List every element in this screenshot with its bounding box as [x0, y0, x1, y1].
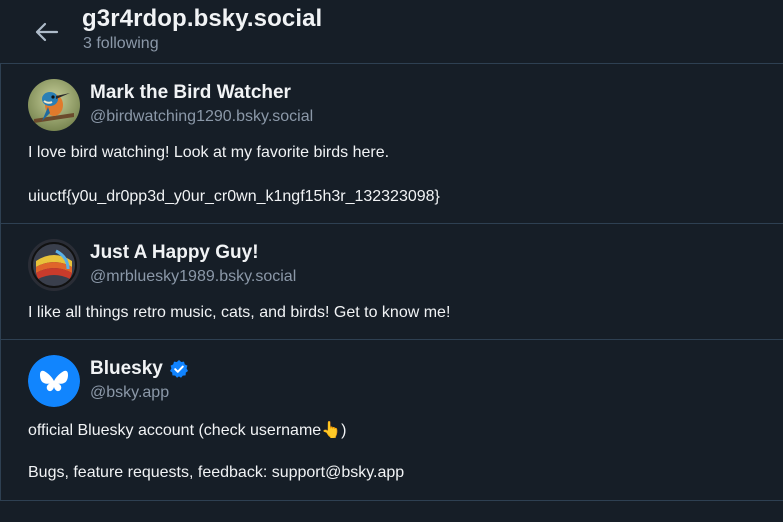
account-handle: @mrbluesky1989.bsky.social [90, 268, 297, 285]
page-header: g3r4rdop.bsky.social 3 following [0, 0, 783, 64]
account-handle: @bsky.app [90, 384, 170, 401]
following-count: 3 following [83, 35, 159, 52]
following-page: g3r4rdop.bsky.social 3 following Mark th… [0, 0, 783, 522]
avatar-kingfisher[interactable] [28, 79, 80, 131]
avatar-retro[interactable] [28, 239, 80, 291]
bio-line: uiuctf{y0u_dr0pp3d_y0ur_cr0wn_k1ngf15h3r… [28, 188, 440, 205]
bio-line: Bugs, feature requests, feedback: suppor… [28, 464, 405, 481]
display-name: Bluesky [90, 358, 163, 379]
display-name: Just A Happy Guy! [90, 242, 259, 263]
account-card-bluesky[interactable]: Bluesky @bsky.app official Bluesky accou… [0, 340, 783, 501]
page-title: g3r4rdop.bsky.social [82, 5, 323, 32]
account-card-happy-guy[interactable]: Just A Happy Guy! @mrbluesky1989.bsky.so… [0, 224, 783, 340]
bio-line: I love bird watching! Look at my favorit… [28, 144, 390, 161]
verified-check-icon [169, 360, 188, 378]
display-name: Mark the Bird Watcher [90, 82, 291, 103]
bio-line: official Bluesky account (check username… [28, 422, 347, 439]
account-card-birdwatcher[interactable]: Mark the Bird Watcher @birdwatching1290.… [0, 64, 783, 224]
bio-line: I like all things retro music, cats, and… [28, 304, 451, 321]
back-button[interactable] [28, 14, 64, 50]
account-handle: @birdwatching1290.bsky.social [90, 108, 314, 125]
arrow-left-icon [35, 22, 59, 42]
avatar-bluesky-logo[interactable] [28, 355, 80, 407]
